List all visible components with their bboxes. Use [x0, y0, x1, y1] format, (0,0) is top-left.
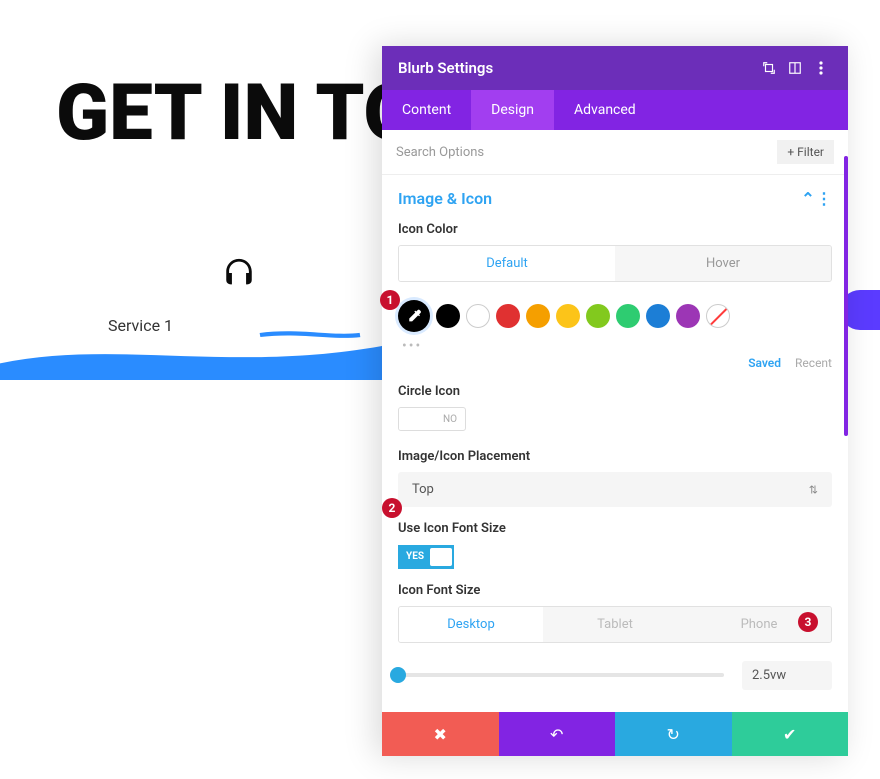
icon-font-size-slider-row: 2.5vw: [398, 661, 832, 690]
check-icon: ✔: [783, 725, 796, 744]
scrollbar[interactable]: [844, 156, 848, 436]
slider-handle[interactable]: [390, 667, 406, 683]
swatch-tab-recent[interactable]: Recent: [795, 356, 832, 370]
toggle-no-label: NO: [435, 414, 465, 425]
swatch-blue[interactable]: [646, 304, 670, 328]
tab-design[interactable]: Design: [471, 90, 554, 130]
color-picker-swatch[interactable]: [398, 300, 430, 332]
mode-default[interactable]: Default: [399, 246, 615, 281]
search-row: Search Options + Filter: [382, 130, 848, 175]
mode-hover[interactable]: Hover: [615, 246, 831, 281]
panel-title: Blurb Settings: [398, 59, 754, 77]
section-image-icon-head[interactable]: Image & Icon ⌃ ⋮: [398, 189, 832, 208]
swatch-red[interactable]: [496, 304, 520, 328]
eyedropper-icon: [406, 308, 422, 324]
toggle-knob: [430, 548, 452, 566]
swatch-black[interactable]: [436, 304, 460, 328]
swatch-green[interactable]: [616, 304, 640, 328]
swatch-tabs: Saved Recent: [398, 356, 832, 370]
headphones-icon: [222, 256, 256, 290]
more-swatches-icon[interactable]: •••: [402, 338, 832, 354]
kebab-icon[interactable]: [810, 57, 832, 79]
color-swatch-row: [398, 300, 832, 332]
icon-color-label: Icon Color: [398, 222, 832, 237]
filter-button[interactable]: + Filter: [777, 140, 834, 164]
swatch-white[interactable]: [466, 304, 490, 328]
mode-tablet[interactable]: Tablet: [543, 607, 687, 642]
footer-actions: ✖ ↶ ↻ ✔: [382, 712, 848, 756]
icon-font-size-label: Icon Font Size: [398, 583, 832, 598]
snap-icon[interactable]: [784, 57, 806, 79]
close-icon: ✖: [434, 725, 447, 744]
placement-select[interactable]: Top ⇅: [398, 472, 832, 507]
cancel-button[interactable]: ✖: [382, 712, 499, 756]
tab-advanced[interactable]: Advanced: [554, 90, 656, 130]
filter-label: Filter: [797, 145, 824, 159]
annotation-marker-3: 3: [798, 612, 818, 632]
annotation-marker-2: 2: [382, 498, 402, 518]
icon-color-mode-segment: Default Hover: [398, 245, 832, 282]
swatch-yellow[interactable]: [556, 304, 580, 328]
swatch-orange[interactable]: [526, 304, 550, 328]
tab-content[interactable]: Content: [382, 90, 471, 130]
chevron-up-icon[interactable]: ⌃: [800, 189, 816, 208]
icon-font-size-input[interactable]: 2.5vw: [742, 661, 832, 690]
swatch-purple[interactable]: [676, 304, 700, 328]
toggle-knob: [399, 407, 435, 431]
mode-desktop[interactable]: Desktop: [399, 607, 543, 642]
panel-body: Image & Icon ⌃ ⋮ Icon Color Default Hove…: [382, 175, 848, 756]
annotation-marker-1: 1: [380, 290, 400, 310]
placement-value: Top: [412, 482, 434, 497]
save-button[interactable]: ✔: [732, 712, 849, 756]
expand-icon[interactable]: [758, 57, 780, 79]
circle-icon-label: Circle Icon: [398, 384, 832, 399]
kebab-icon[interactable]: ⋮: [816, 189, 832, 208]
service-label: Service 1: [108, 316, 173, 335]
toggle-yes-label: YES: [406, 551, 424, 562]
swatch-none[interactable]: [706, 304, 730, 328]
panel-tabs: Content Design Advanced: [382, 90, 848, 130]
redo-button[interactable]: ↻: [615, 712, 732, 756]
decorative-wave: [0, 330, 400, 380]
placement-label: Image/Icon Placement: [398, 449, 832, 464]
blurb-preview: [222, 256, 256, 290]
redo-icon: ↻: [667, 725, 680, 744]
updown-icon: ⇅: [809, 483, 818, 496]
circle-icon-toggle[interactable]: NO: [398, 407, 466, 431]
undo-icon: ↶: [550, 725, 563, 744]
swatch-lime[interactable]: [586, 304, 610, 328]
panel-header: Blurb Settings: [382, 46, 848, 90]
section-title: Image & Icon: [398, 189, 800, 208]
swatch-tab-saved[interactable]: Saved: [748, 356, 781, 370]
responsive-segment: Desktop Tablet Phone: [398, 606, 832, 643]
icon-font-size-slider[interactable]: [398, 673, 724, 677]
settings-panel: Blurb Settings Content Design Advanced S…: [382, 46, 848, 756]
search-input[interactable]: Search Options: [396, 145, 777, 160]
use-icon-font-size-label: Use Icon Font Size: [398, 521, 832, 536]
undo-button[interactable]: ↶: [499, 712, 616, 756]
plus-icon: +: [787, 145, 794, 159]
use-icon-font-size-toggle[interactable]: YES: [398, 545, 454, 569]
